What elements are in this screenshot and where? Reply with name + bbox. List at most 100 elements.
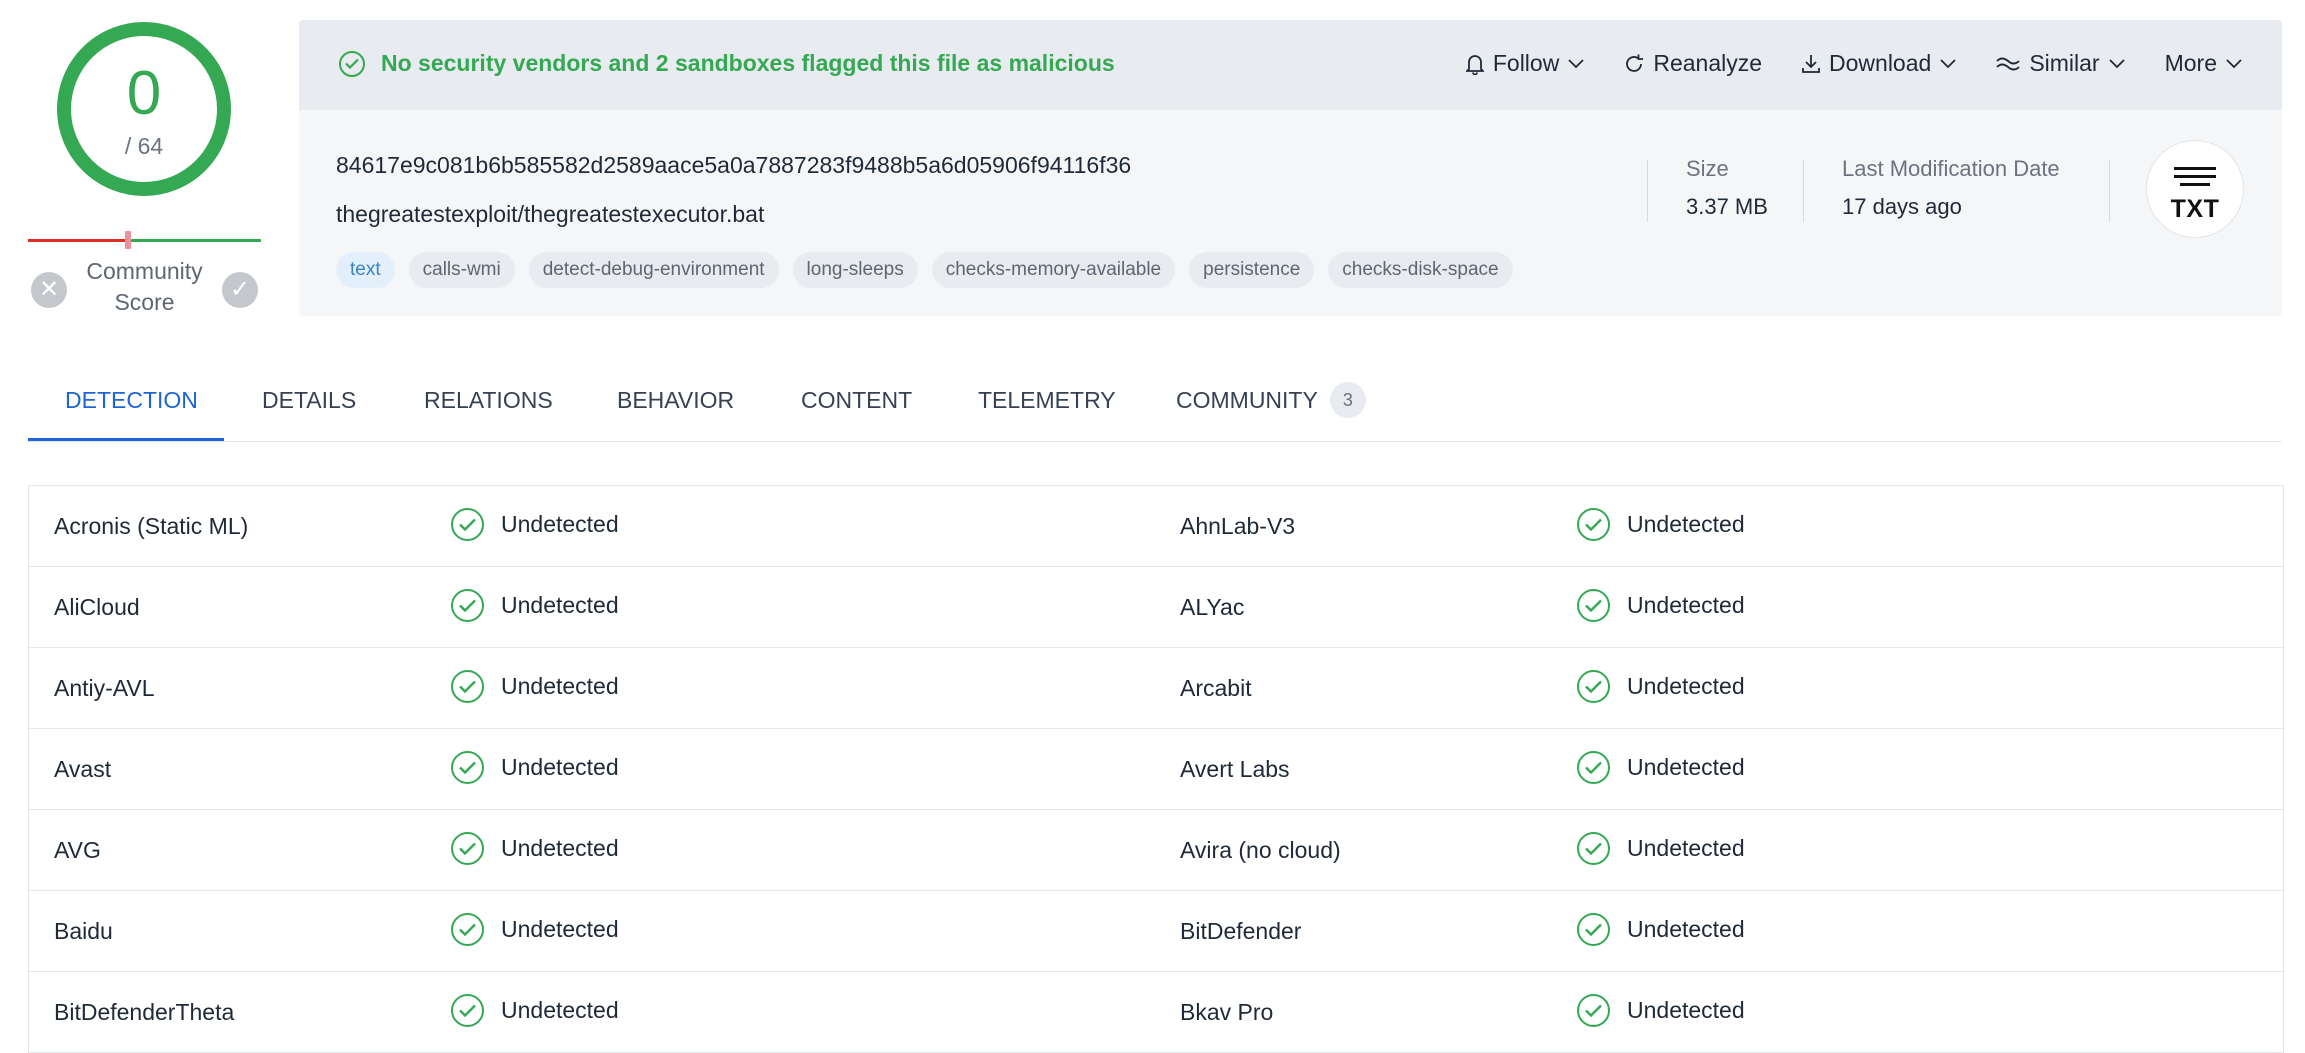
detection-results-table: Acronis (Static ML) Undetected AhnLab-V3…: [28, 485, 2284, 1053]
divider: [2109, 160, 2110, 222]
vendor-name: AliCloud: [54, 594, 140, 620]
tag[interactable]: calls-wmi: [408, 252, 515, 288]
reanalyze-button[interactable]: Reanalyze: [1624, 50, 1762, 77]
result-text: Undetected: [1627, 511, 1745, 537]
chevron-down-icon: [1568, 58, 1584, 69]
download-icon: [1802, 54, 1820, 74]
vendor-name: Antiy-AVL: [54, 675, 155, 701]
bell-icon: [1465, 53, 1484, 75]
divider: [1647, 160, 1648, 222]
vendor-name: Avert Labs: [1180, 756, 1290, 782]
active-tab-indicator: [28, 438, 224, 441]
vendor-name: ALYac: [1180, 594, 1245, 620]
table-row: Antiy-AVL Undetected Arcabit Undetected: [29, 648, 2283, 729]
tag[interactable]: persistence: [1189, 252, 1315, 288]
vendor-result: Undetected: [1577, 751, 1745, 784]
follow-button[interactable]: Follow: [1465, 50, 1584, 77]
check-circle-icon: [451, 751, 484, 784]
vendor-name: Avira (no cloud): [1180, 837, 1341, 863]
tab-details[interactable]: DETAILS: [262, 387, 356, 414]
table-row: BitDefenderTheta Undetected Bkav Pro Und…: [29, 972, 2283, 1053]
result-text: Undetected: [501, 592, 619, 618]
check-circle-icon: [339, 50, 365, 77]
tab-content[interactable]: CONTENT: [801, 387, 912, 414]
reanalyze-label: Reanalyze: [1653, 50, 1763, 76]
result-text: Undetected: [501, 754, 619, 780]
file-type-icon: TXT: [2146, 140, 2244, 238]
check-circle-icon: [451, 670, 484, 703]
check-circle-icon: [451, 994, 484, 1027]
community-count-badge: 3: [1329, 382, 1366, 418]
table-row: Acronis (Static ML) Undetected AhnLab-V3…: [29, 486, 2283, 567]
vendor-result: Undetected: [1577, 589, 1745, 622]
vendor-name: BitDefenderTheta: [54, 999, 235, 1025]
file-summary-banner: No security vendors and 2 sandboxes flag…: [299, 20, 2282, 316]
banner-toolbar: No security vendors and 2 sandboxes flag…: [299, 20, 2282, 110]
modified-value: 17 days ago: [1842, 194, 1962, 219]
file-name: thegreatestexploit/thegreatestexecutor.b…: [336, 201, 765, 227]
download-button[interactable]: Download: [1802, 50, 1956, 77]
divider: [1803, 160, 1804, 222]
tab-telemetry[interactable]: TELEMETRY: [978, 387, 1116, 414]
tag[interactable]: long-sleeps: [792, 252, 918, 288]
result-text: Undetected: [501, 916, 619, 942]
detection-score-ring: 0 / 64: [55, 20, 233, 198]
follow-label: Follow: [1492, 50, 1560, 76]
vendor-result: Undetected: [1577, 508, 1745, 541]
vendor-result: Undetected: [1577, 670, 1745, 703]
result-text: Undetected: [1627, 835, 1745, 861]
check-circle-icon: [1577, 751, 1610, 784]
engine-total: / 64: [124, 133, 164, 159]
community-score-bar: [28, 231, 261, 249]
tag[interactable]: checks-disk-space: [1328, 252, 1513, 288]
file-type-label: TXT: [2170, 195, 2220, 223]
result-text: Undetected: [1627, 754, 1745, 780]
vendor-result: Undetected: [451, 589, 619, 622]
last-modified: Last Modification Date 17 days ago: [1842, 156, 2060, 220]
vendor-result: Undetected: [1577, 913, 1745, 946]
vendor-result: Undetected: [451, 913, 619, 946]
check-circle-icon: [1577, 913, 1610, 946]
vendor-result: Undetected: [451, 994, 619, 1027]
action-bar: Follow Reanalyze Download Similar More: [1465, 50, 2242, 77]
vendor-result: Undetected: [451, 751, 619, 784]
verdict-text: No security vendors and 2 sandboxes flag…: [381, 50, 1115, 76]
vendor-name: BitDefender: [1180, 918, 1302, 944]
tag[interactable]: detect-debug-environment: [528, 252, 779, 288]
check-icon[interactable]: ✓: [222, 272, 258, 308]
file-hash[interactable]: 84617e9c081b6b585582d2589aace5a0a7887283…: [336, 152, 1131, 179]
vendor-name: Arcabit: [1180, 675, 1252, 701]
check-circle-icon: [1577, 508, 1610, 541]
check-circle-icon: [451, 589, 484, 622]
result-text: Undetected: [1627, 916, 1745, 942]
file-size: Size 3.37 MB: [1686, 156, 1768, 220]
result-text: Undetected: [1627, 997, 1745, 1023]
tab-detection[interactable]: DETECTION: [65, 387, 198, 414]
table-row: AVG Undetected Avira (no cloud) Undetect…: [29, 810, 2283, 891]
similar-icon: [1996, 56, 2020, 72]
tag-list: text calls-wmi detect-debug-environment …: [336, 252, 1513, 288]
close-icon[interactable]: ✕: [31, 272, 67, 308]
check-circle-icon: [451, 832, 484, 865]
check-circle-icon: [451, 508, 484, 541]
size-value: 3.37 MB: [1686, 194, 1768, 219]
table-row: Avast Undetected Avert Labs Undetected: [29, 729, 2283, 810]
vendor-result: Undetected: [451, 670, 619, 703]
size-label: Size: [1686, 156, 1729, 181]
similar-button[interactable]: Similar: [1996, 50, 2125, 77]
chevron-down-icon: [2108, 58, 2125, 69]
more-button[interactable]: More: [2165, 50, 2242, 77]
tag[interactable]: checks-memory-available: [931, 252, 1176, 288]
tab-relations[interactable]: RELATIONS: [424, 387, 553, 414]
tab-community[interactable]: COMMUNITY 3: [1176, 382, 1366, 418]
vendor-result: Undetected: [1577, 832, 1745, 865]
tab-behavior[interactable]: BEHAVIOR: [617, 387, 734, 414]
modified-label: Last Modification Date: [1842, 156, 2060, 181]
vendor-name: Baidu: [54, 918, 113, 944]
vendor-result: Undetected: [451, 832, 619, 865]
result-text: Undetected: [1627, 673, 1745, 699]
tag[interactable]: text: [336, 252, 395, 288]
result-text: Undetected: [501, 511, 619, 537]
table-row: Baidu Undetected BitDefender Undetected: [29, 891, 2283, 972]
vendor-result: Undetected: [1577, 994, 1745, 1027]
